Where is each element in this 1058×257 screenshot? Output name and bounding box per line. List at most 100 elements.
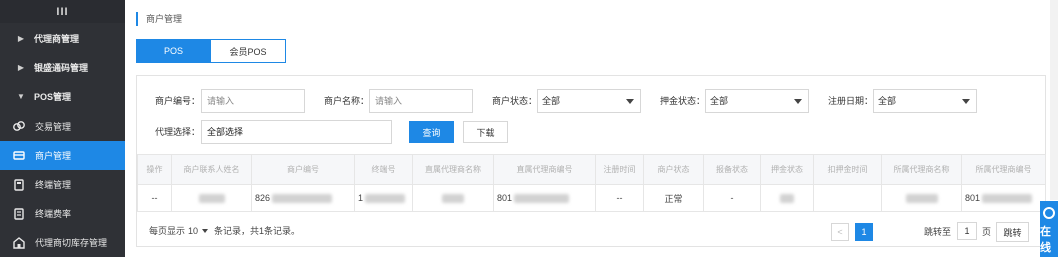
col-header: 押金状态 — [760, 154, 814, 185]
col-header: 直属代理商编号 — [493, 154, 596, 185]
sidebar-item-inventory-management[interactable]: 代理商切库存管理 — [0, 228, 125, 257]
redacted-value — [514, 194, 570, 204]
sidebar-item-pos-management[interactable]: ▼ POS管理 — [0, 82, 125, 111]
jump-page-input[interactable]: 1 — [957, 222, 977, 240]
select-value: 全部 — [710, 96, 729, 106]
redacted-value — [982, 194, 1033, 204]
caret-down-icon — [962, 99, 970, 104]
table-cell-direct-agent-no: 801 — [493, 184, 596, 212]
col-header: 报备状态 — [703, 154, 761, 185]
online-service-label: 在线 — [1040, 226, 1051, 254]
col-header: 所属代理商名称 — [881, 154, 962, 185]
redacted-value — [365, 194, 406, 204]
col-header: 终端号 — [354, 154, 413, 185]
trade-icon — [12, 121, 26, 133]
merchant-status-select[interactable]: 全部 — [537, 89, 641, 113]
register-date-label: 注册日期： — [827, 96, 873, 106]
register-date-select[interactable]: 全部 — [873, 89, 977, 113]
page-button-1[interactable]: 1 — [855, 223, 873, 241]
table-row[interactable]: -- 826 1 801 -- 正常 - 801 — [137, 184, 1046, 212]
sidebar-item-trade-management[interactable]: 交易管理 — [0, 112, 125, 141]
caret-down-icon[interactable] — [202, 228, 209, 233]
merchant-no-label: 商户编号： — [154, 96, 200, 106]
redacted-value — [905, 194, 938, 204]
table-cell-owner-agent-name — [881, 184, 962, 212]
merchant-name-label: 商户名称： — [323, 96, 369, 106]
select-value: 全部 — [542, 96, 561, 106]
tab-pos[interactable]: POS — [136, 39, 211, 63]
col-header: 商户编号 — [251, 154, 355, 185]
col-header: 所属代理商编号 — [961, 154, 1046, 185]
table-cell-merchant-status: 正常 — [643, 184, 704, 212]
table-header-row: 操作 商户联系人姓名 商户编号 终端号 直属代理商名称 直属代理商编号 注册时间… — [137, 154, 1046, 185]
merchant-name-input[interactable]: 请输入 — [369, 89, 473, 113]
sidebar: III ▶ 代理商管理 ▶ 银盛通码管理 ▼ POS管理 交易管理 商户管理 终… — [0, 0, 125, 257]
chevron-right-icon: ▶ — [17, 34, 25, 43]
col-header: 商户联系人姓名 — [171, 154, 252, 185]
breadcrumb: 商户管理 — [136, 12, 182, 26]
sidebar-item-label: 代理商管理 — [34, 34, 80, 44]
merchant-no-input[interactable]: 请输入 — [201, 89, 305, 113]
table-cell-terminal-no: 1 — [354, 184, 413, 212]
col-header: 扣押金时间 — [813, 154, 882, 185]
scrollbar[interactable] — [1050, 0, 1058, 200]
menu-icon[interactable]: III — [56, 6, 68, 18]
agent-select-label: 代理选择： — [154, 127, 200, 137]
deposit-status-select[interactable]: 全部 — [705, 89, 809, 113]
chevron-down-icon: ▼ — [17, 92, 25, 101]
sidebar-toggle[interactable]: III — [0, 0, 125, 23]
per-page-prefix: 每页显示 — [149, 226, 186, 236]
col-header: 注册时间 — [595, 154, 644, 185]
table-cell-action[interactable]: -- — [137, 184, 172, 212]
redacted-value — [272, 194, 333, 204]
tab-bar: POS 会员POS — [136, 39, 286, 63]
merchant-status-label: 商户状态： — [491, 96, 537, 106]
sidebar-item-agent-management[interactable]: ▶ 代理商管理 — [0, 24, 125, 53]
table-cell-deposit-time — [813, 184, 882, 212]
select-value: 全部 — [878, 96, 897, 106]
redacted-value — [442, 194, 464, 204]
record-summary: 条记录，共1条记录。 — [214, 226, 301, 236]
sidebar-item-label: POS管理 — [34, 92, 72, 102]
cell-text: 801 — [965, 192, 981, 203]
rate-icon — [12, 207, 26, 220]
redacted-value — [780, 194, 794, 204]
tab-member-pos[interactable]: 会员POS — [211, 39, 286, 63]
col-header: 直属代理商名称 — [412, 154, 494, 185]
sidebar-item-label: 终端费率 — [35, 209, 72, 219]
terminal-icon — [12, 178, 26, 191]
col-header: 操作 — [137, 154, 172, 185]
online-service-widget[interactable]: 在线 — [1040, 201, 1058, 257]
caret-down-icon — [794, 99, 802, 104]
redacted-value — [198, 194, 225, 204]
table-cell-direct-agent-name — [412, 184, 494, 212]
sidebar-item-merchant-management[interactable]: 商户管理 — [0, 141, 125, 170]
deposit-status-label: 押金状态： — [659, 96, 705, 106]
sidebar-item-terminal-rate[interactable]: 终端费率 — [0, 199, 125, 228]
col-header: 商户状态 — [643, 154, 704, 185]
export-button[interactable]: 下载 — [463, 121, 508, 143]
table-cell-register-time: -- — [595, 184, 644, 212]
sidebar-item-label: 商户管理 — [35, 151, 72, 161]
caret-down-icon — [626, 99, 634, 104]
table-cell-contact — [171, 184, 252, 212]
prev-page-button[interactable]: < — [831, 223, 849, 241]
query-button[interactable]: 查询 — [409, 121, 454, 143]
cell-text: 801 — [497, 192, 513, 203]
chevron-right-icon: ▶ — [17, 63, 25, 72]
agent-select-input[interactable]: 全部选择 — [201, 120, 392, 144]
per-page-select[interactable]: 10 — [188, 226, 198, 236]
headset-icon — [1043, 207, 1055, 219]
table-cell-deposit-status — [760, 184, 814, 212]
sidebar-item-label: 银盛通码管理 — [34, 63, 89, 73]
sidebar-item-terminal-management[interactable]: 终端管理 — [0, 170, 125, 199]
table-cell-report-status: - — [703, 184, 761, 212]
table-cell-merchant-no: 826 — [251, 184, 355, 212]
page-size-info: 每页显示 10 条记录，共1条记录。 — [149, 224, 300, 237]
table-cell-owner-agent-no: 801 — [961, 184, 1046, 212]
sidebar-item-code-management[interactable]: ▶ 银盛通码管理 — [0, 53, 125, 82]
jump-button[interactable]: 跳转 — [996, 222, 1029, 242]
sidebar-item-label: 交易管理 — [35, 122, 72, 132]
cell-text: 1 — [358, 192, 364, 203]
merchant-panel: 商户编号： 请输入 商户名称： 请输入 商户状态： 全部 押金状态： 全部 注册… — [136, 75, 1046, 247]
